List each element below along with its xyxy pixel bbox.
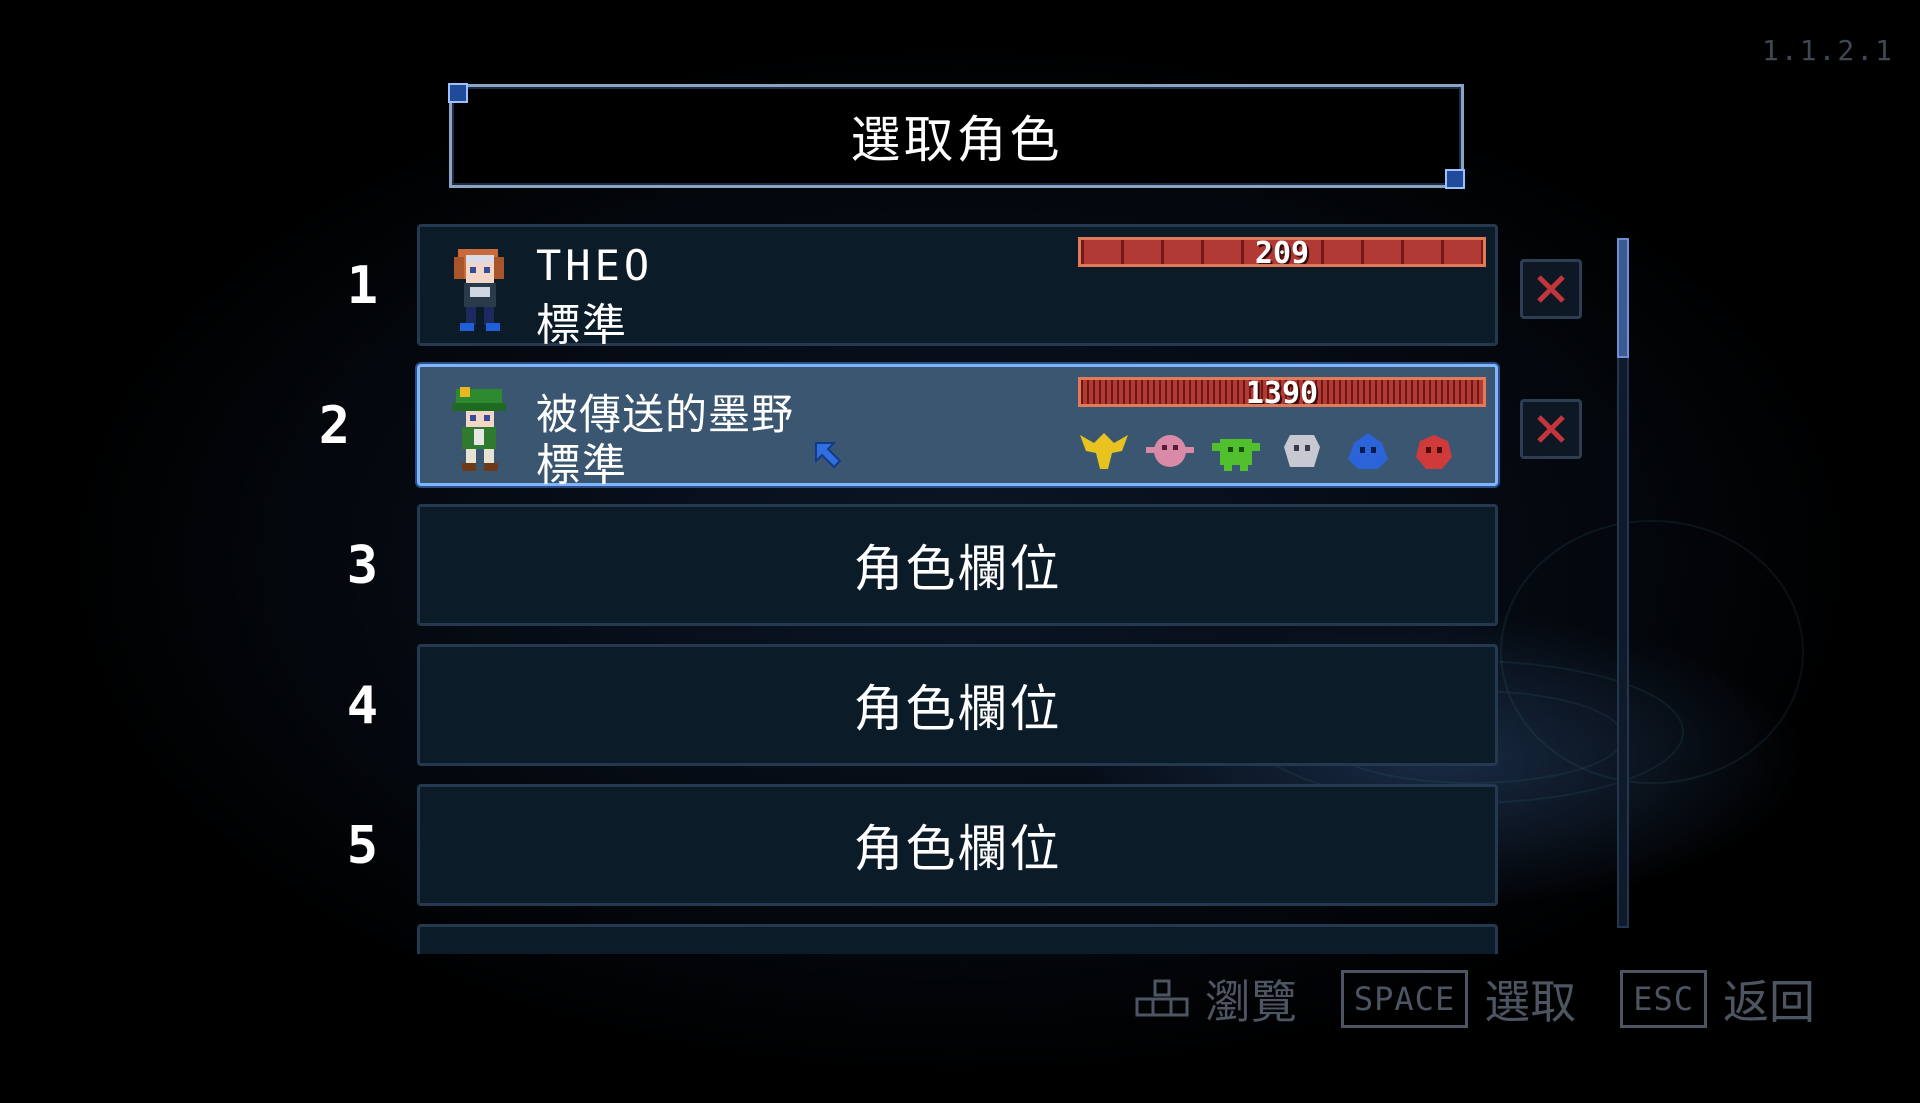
empty-slot-label: 角色欄位 — [853, 680, 1062, 738]
corner-gem-icon — [448, 83, 468, 103]
pink-boss-icon — [1146, 435, 1194, 467]
gold-boss-icon — [1080, 433, 1128, 469]
title-banner: 選取角色 — [448, 83, 1465, 189]
empty-slot-label: 角色欄位 — [853, 820, 1062, 878]
character-avatar-icon — [452, 387, 506, 471]
score-bar: 209 — [1078, 237, 1486, 267]
character-slot-5[interactable]: 角色欄位 — [417, 784, 1498, 906]
page-title: 選取角色 — [850, 111, 1063, 169]
version-label: 1.1.2.1 — [1761, 34, 1894, 67]
hint-browse: 瀏覽 — [1135, 966, 1297, 1032]
hint-select[interactable]: SPACE 選取 — [1340, 966, 1577, 1032]
slot-number: 2 — [318, 396, 350, 456]
hint-browse-label: 瀏覽 — [1204, 975, 1297, 1029]
space-key-icon: SPACE — [1340, 970, 1469, 1028]
character-name: THEO — [536, 241, 654, 290]
score-value: 209 — [1254, 237, 1310, 267]
red-boss-icon — [1416, 435, 1452, 469]
character-slot-3[interactable]: 角色欄位 — [417, 504, 1498, 626]
dpad-icon — [1135, 979, 1189, 1017]
theo-avatar-icon — [454, 249, 504, 331]
esc-key-icon: ESC — [1620, 970, 1707, 1028]
delete-slot-2-button[interactable] — [1520, 399, 1582, 459]
slot-number: 1 — [346, 256, 378, 316]
score-value: 1390 — [1245, 377, 1319, 407]
background-swirl — [1500, 520, 1804, 784]
empty-slot-label: 角色欄位 — [853, 540, 1062, 598]
hint-back-label: 返回 — [1723, 975, 1815, 1029]
slot-number: 5 — [346, 816, 378, 876]
character-mode: 標準 — [536, 300, 628, 351]
character-slot-1[interactable]: THEO 標準 209 — [417, 224, 1498, 351]
corner-gem-icon — [1445, 169, 1465, 189]
white-boss-icon — [1284, 435, 1320, 467]
character-slot-2[interactable]: 被傳送的墨野 標準 1390 — [417, 364, 1498, 491]
slot-number: 4 — [346, 676, 378, 736]
score-bar: 1390 — [1078, 377, 1486, 407]
mouse-cursor-icon — [815, 442, 842, 469]
control-hints: 瀏覽 SPACE 選取 ESC 返回 — [1109, 966, 1815, 1032]
slot-number: 3 — [346, 536, 378, 596]
hint-select-label: 選取 — [1484, 975, 1577, 1029]
hint-back[interactable]: ESC 返回 — [1620, 966, 1815, 1032]
character-slot-6[interactable] — [417, 924, 1498, 954]
defeated-bosses — [1078, 429, 1460, 473]
green-boss-icon — [1212, 439, 1260, 471]
close-icon — [1537, 415, 1565, 443]
character-select-screen: 1.1.2.1 選取角色 1 THEO 標準 209 2 被傳送的墨野 標準 1… — [0, 0, 1920, 1103]
delete-slot-1-button[interactable] — [1520, 259, 1582, 319]
blue-boss-icon — [1348, 433, 1388, 469]
next-slot-peek — [417, 924, 1498, 954]
character-mode: 標準 — [536, 440, 628, 491]
character-slot-4[interactable]: 角色欄位 — [417, 644, 1498, 766]
close-icon — [1537, 275, 1565, 303]
scrollbar-thumb[interactable] — [1617, 238, 1629, 358]
